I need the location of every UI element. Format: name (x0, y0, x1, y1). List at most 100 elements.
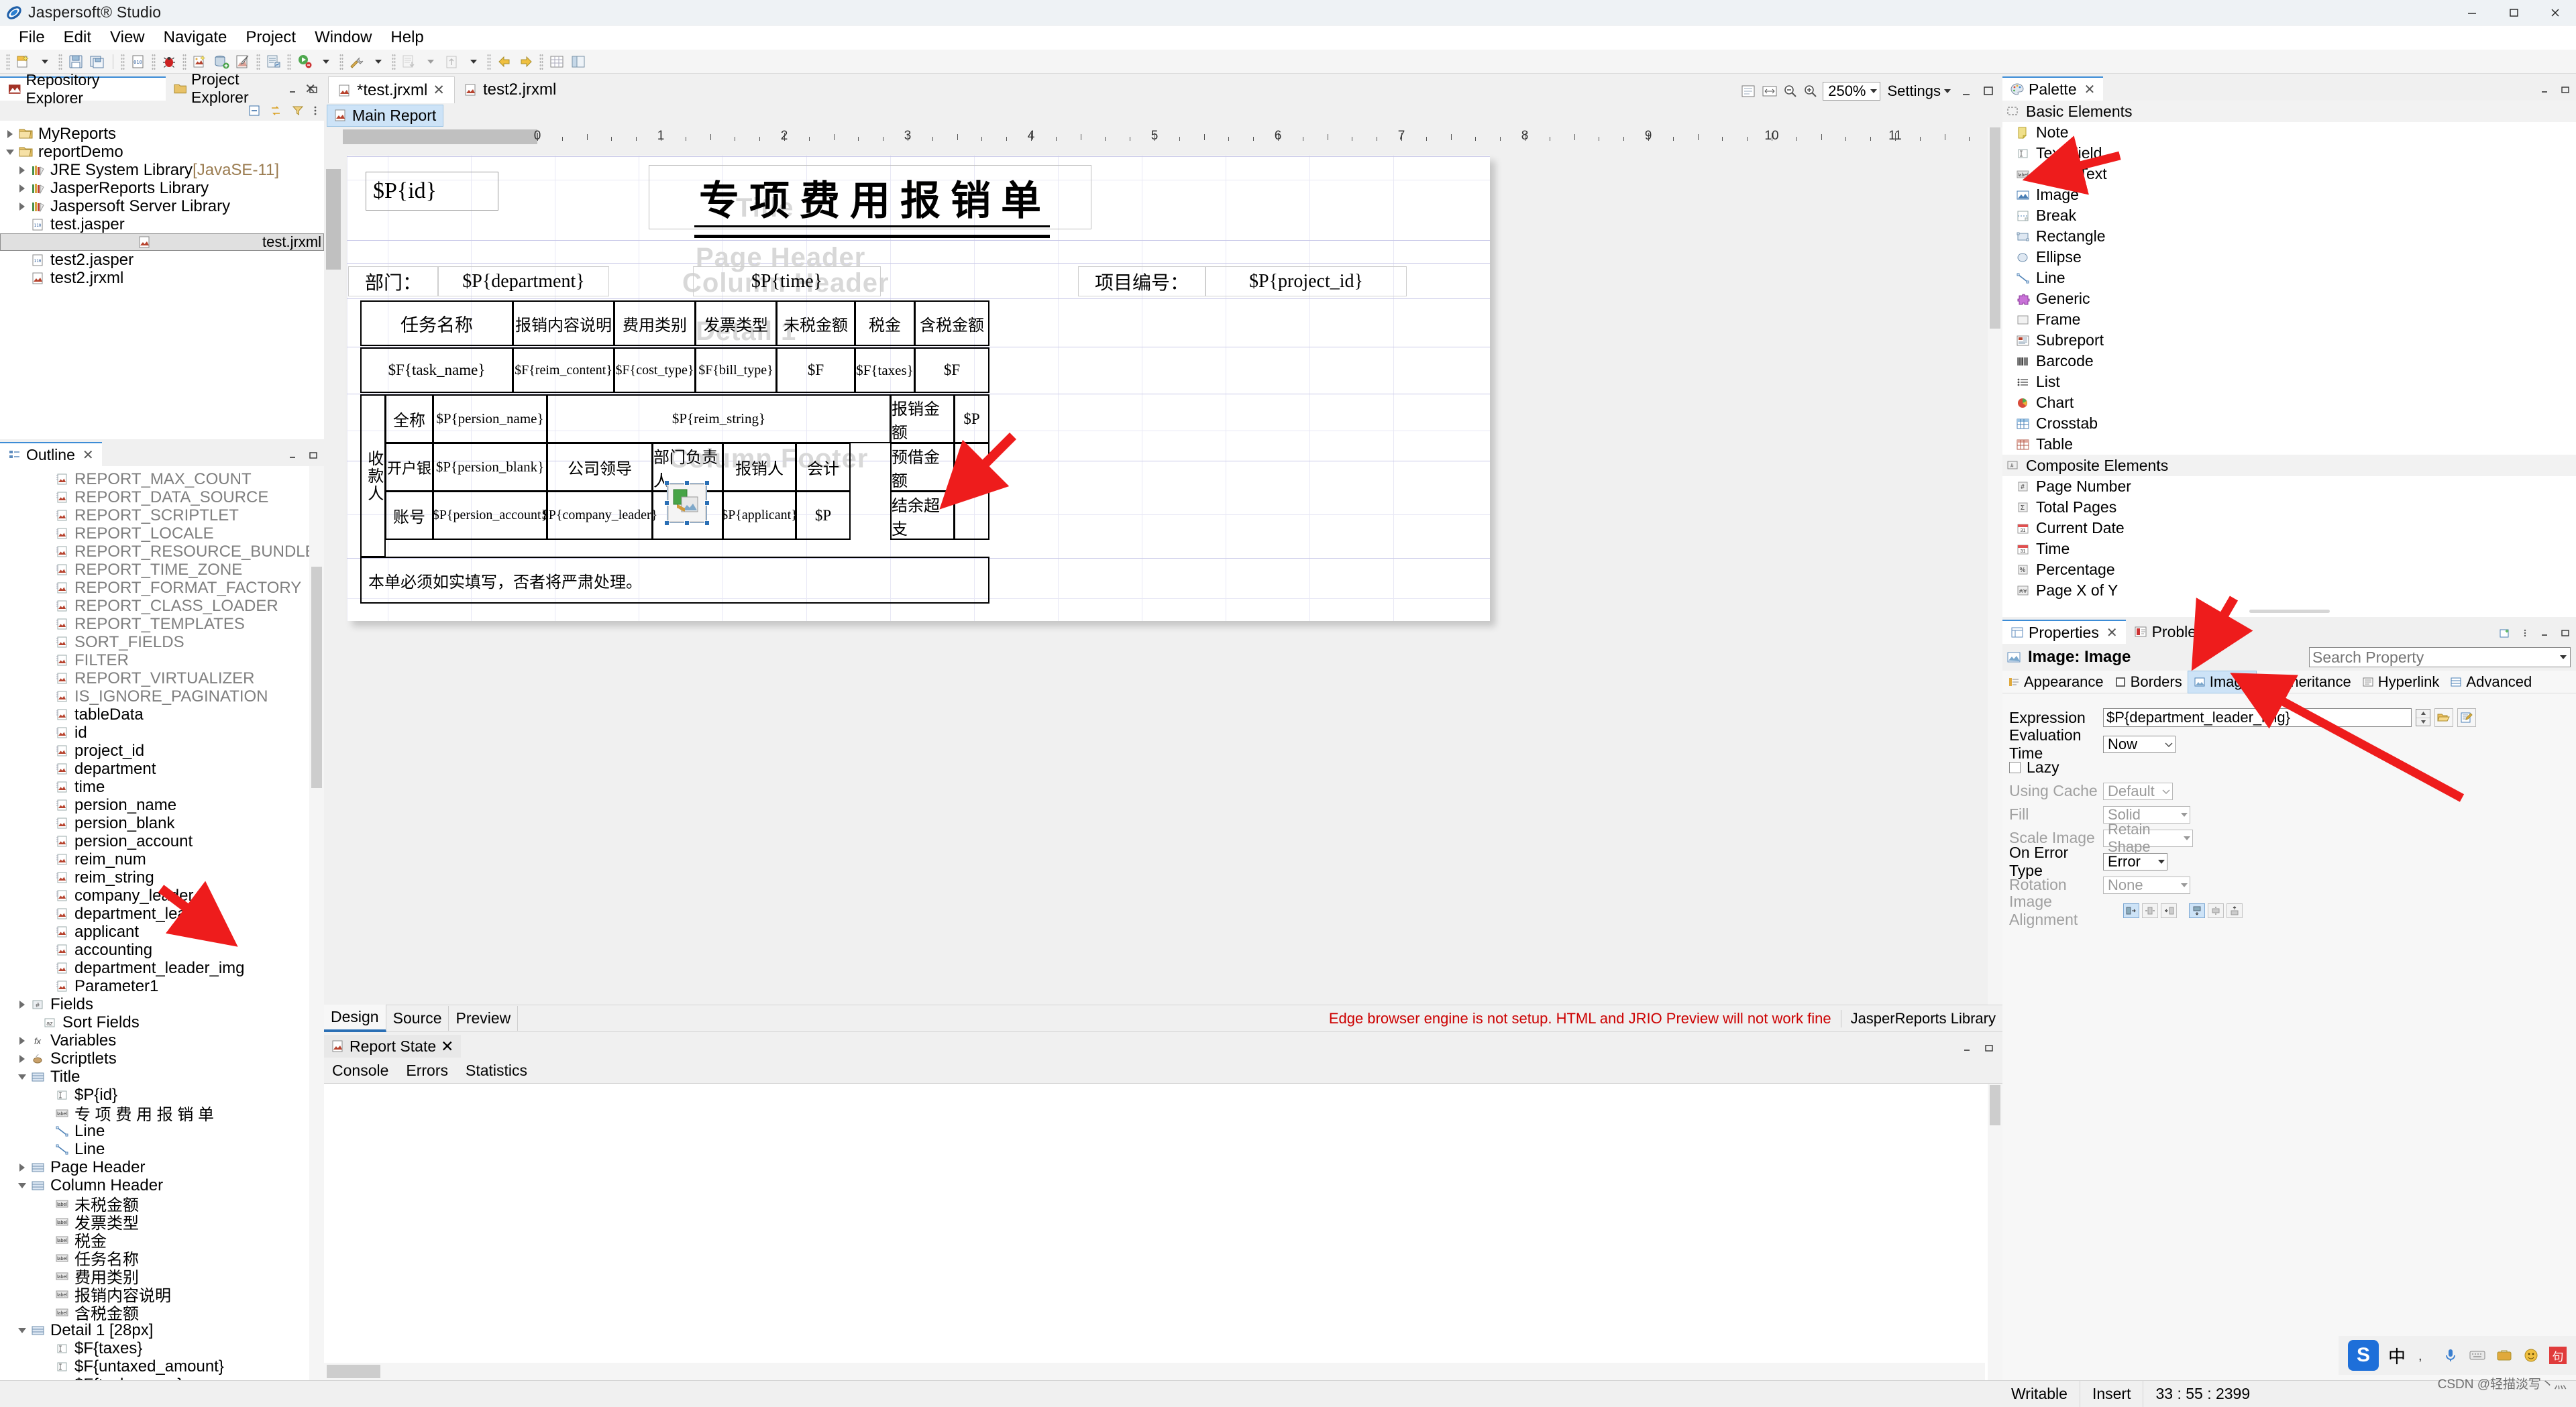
back-arrow-icon[interactable] (494, 52, 515, 72)
payee-row2-amount[interactable] (954, 491, 989, 540)
tree-item[interactable]: REPORT_FORMAT_FACTORY (0, 579, 324, 597)
tab-outline[interactable]: Outline ✕ (0, 442, 102, 466)
prop-tab-appearance[interactable]: Appearance (2002, 671, 2109, 693)
close-icon[interactable]: ✕ (441, 1037, 453, 1056)
expression-spinner[interactable] (2416, 709, 2430, 726)
run-dropdown-icon[interactable] (316, 52, 336, 72)
edit-expression-button[interactable] (2457, 708, 2476, 727)
chevron-right-icon[interactable] (15, 1163, 30, 1172)
canvas-vertical-scrollbar[interactable] (1988, 127, 2002, 1005)
tree-item[interactable]: label 专 项 费 用 报 销 单 (0, 1104, 324, 1124)
console-vscrollbar[interactable] (1988, 1084, 2002, 1380)
tree-item[interactable]: department_leader (0, 905, 324, 923)
palette-item-page-number[interactable]: # Page Number (2002, 476, 2576, 497)
sogou-logo-icon[interactable]: S (2347, 1340, 2379, 1371)
col-header-5[interactable]: 税金 (855, 300, 915, 346)
palette-item-barcode[interactable]: Barcode (2002, 351, 2576, 372)
prop-tab-hyperlink[interactable]: Hyperlink (2357, 671, 2445, 693)
palette-item-break[interactable]: Break (2002, 205, 2576, 226)
toolbar-drag-handle[interactable] (6, 53, 10, 70)
report-paper[interactable]: Title Page Header Column Header Detail 1… (347, 156, 1490, 621)
chevron-right-icon[interactable] (15, 1054, 30, 1063)
close-icon[interactable]: ✕ (2084, 81, 2096, 98)
resize-handle-n[interactable] (684, 480, 690, 486)
tree-item[interactable]: Page Header (0, 1158, 324, 1176)
tree-item[interactable]: 110 test2.jasper (0, 251, 324, 269)
using-cache-select[interactable]: Default (2103, 782, 2173, 800)
maximize-view-icon[interactable] (307, 85, 320, 95)
menu-view[interactable]: View (101, 26, 154, 49)
col-header-0[interactable]: 任务名称 (360, 300, 513, 346)
palette-item-total-pages[interactable]: Σ Total Pages (2002, 497, 2576, 518)
palette-item-page-x-of-y[interactable]: #/# Page X of Y (2002, 580, 2576, 601)
editor-tab-test2-jrxml[interactable]: test2.jrxml (454, 76, 566, 103)
tree-item[interactable]: MyReports (0, 125, 324, 143)
dept-value-box[interactable]: $P{department} (438, 266, 609, 296)
tree-item[interactable]: Detail 1 [28px] (0, 1321, 324, 1339)
palette-item-note[interactable]: Note (2002, 122, 2576, 143)
menu-project[interactable]: Project (236, 26, 305, 49)
tree-item[interactable]: reim_string (0, 868, 324, 887)
open-expression-file-button[interactable] (2434, 708, 2453, 727)
tree-item[interactable]: IS_IGNORE_PAGINATION (0, 687, 324, 706)
menu-help[interactable]: Help (381, 26, 433, 49)
layout-icon[interactable] (568, 52, 588, 72)
menu-edit[interactable]: Edit (54, 26, 101, 49)
menu-file[interactable]: File (9, 26, 54, 49)
time-value-box[interactable]: $P{time} (693, 266, 881, 296)
tree-item[interactable]: JRE System Library [JavaSE-11] (0, 161, 324, 179)
outline-scrollbar-thumb[interactable] (311, 567, 322, 788)
tree-item[interactable]: SORT_FIELDS (0, 633, 324, 651)
footer-note-box[interactable]: 本单必须如实填写，否者将严肃处理。 (360, 557, 989, 604)
maximize-button[interactable] (2493, 0, 2534, 25)
evaluation-time-select[interactable]: Now (2103, 735, 2176, 753)
import-dropdown-icon[interactable] (421, 52, 441, 72)
explorer-tree-body[interactable]: MyReports reportDemo JRE System Library [J… (0, 121, 324, 439)
editor-maximize-icon[interactable] (1980, 83, 1997, 99)
minimize-button[interactable] (2451, 0, 2493, 25)
close-icon[interactable]: ✕ (2106, 624, 2118, 641)
ime-comma-icon[interactable]: , (2415, 1347, 2432, 1364)
tree-item[interactable]: Line (0, 1122, 324, 1140)
tree-item[interactable]: test2.jrxml (0, 269, 324, 287)
ime-lang-label[interactable]: 中 (2388, 1343, 2406, 1368)
main-report-chip[interactable]: Main Report (327, 104, 444, 127)
forward-arrow-icon[interactable] (516, 52, 536, 72)
palette-item-list[interactable]: List (2002, 372, 2576, 392)
tree-item[interactable]: applicant (0, 923, 324, 941)
close-icon[interactable]: ✕ (433, 82, 445, 99)
subtab-errors[interactable]: Errors (406, 1062, 448, 1080)
tree-item[interactable]: REPORT_VIRTUALIZER (0, 669, 324, 687)
subtab-statistics[interactable]: Statistics (466, 1062, 527, 1080)
palette-resize-handle[interactable] (2249, 610, 2330, 613)
report-canvas[interactable]: 012345678910111213 (324, 127, 2002, 1005)
col-header-1[interactable]: 报销内容说明 (513, 300, 614, 346)
on-error-type-select[interactable]: Error (2103, 852, 2167, 870)
lazy-checkbox[interactable] (2009, 762, 2021, 773)
maximize-view-icon[interactable] (2559, 85, 2572, 95)
ime-badge[interactable]: 句 (2549, 1347, 2567, 1364)
minimize-view-icon[interactable] (2538, 628, 2552, 638)
maximize-view-icon[interactable] (307, 450, 320, 461)
publish-report-icon[interactable] (264, 52, 284, 72)
selected-image-element[interactable] (667, 483, 707, 523)
tree-item[interactable]: tableData (0, 706, 324, 724)
tree-item[interactable]: REPORT_LOCALE (0, 524, 324, 543)
tree-item[interactable]: department_leader_img (0, 959, 324, 977)
title-param-box[interactable]: $P{id} (366, 172, 498, 211)
minimize-view-icon[interactable] (1961, 1043, 1974, 1054)
align-bottom-button[interactable] (2226, 903, 2243, 918)
palette-section-header[interactable]: # Composite Elements (2002, 455, 2576, 476)
external-tools-dropdown-icon[interactable] (368, 52, 388, 72)
align-left-button[interactable] (2123, 903, 2139, 918)
maximize-view-icon[interactable] (1982, 1043, 1996, 1054)
palette-item-crosstab[interactable]: Crosstab (2002, 413, 2576, 434)
align-middle-button[interactable] (2208, 903, 2224, 918)
prop-tab-image[interactable]: Image (2187, 670, 2257, 693)
tree-item[interactable]: REPORT_RESOURCE_BUNDLE (0, 543, 324, 561)
tree-item[interactable]: label 税金 (0, 1231, 324, 1251)
palette-item-rectangle[interactable]: Rectangle (2002, 226, 2576, 247)
tree-item[interactable]: REPORT_TIME_ZONE (0, 561, 324, 579)
palette-item-table[interactable]: Table (2002, 434, 2576, 455)
subtab-console[interactable]: Console (332, 1062, 388, 1080)
